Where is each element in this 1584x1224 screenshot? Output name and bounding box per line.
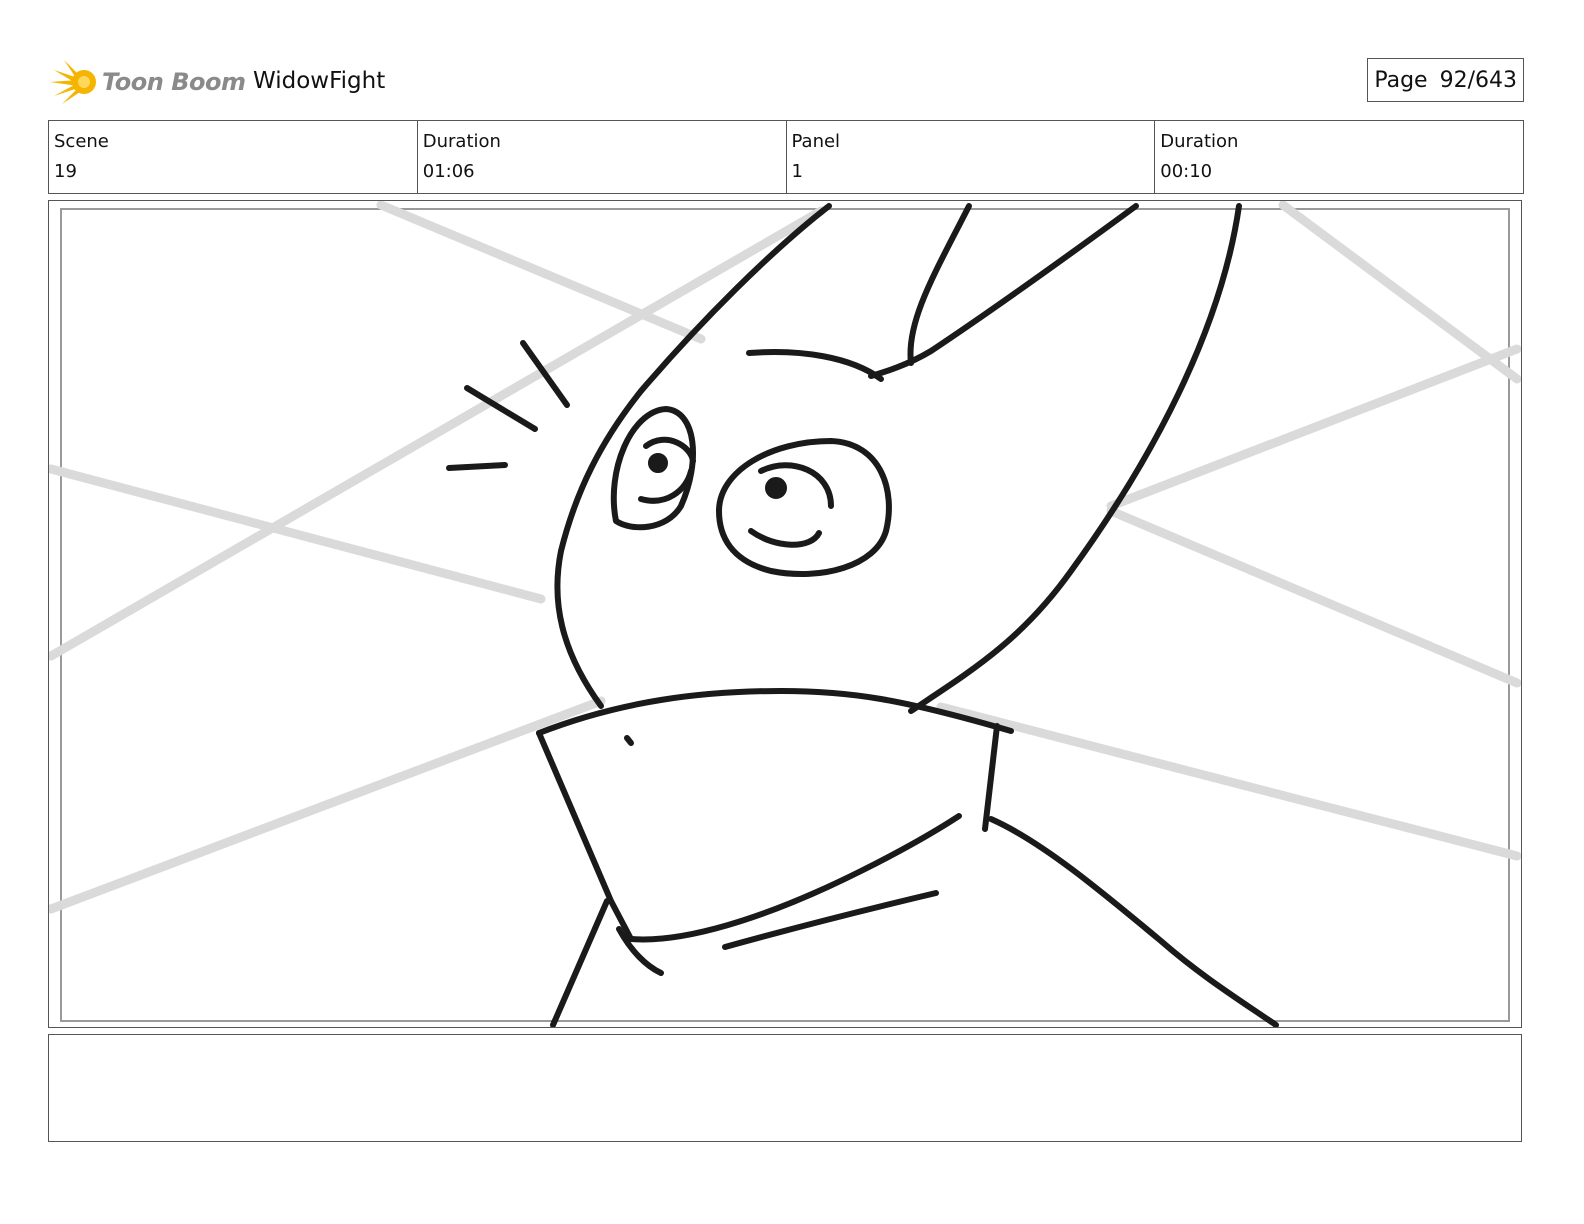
toon-boom-logo: Toon Boom <box>48 56 246 108</box>
scene-value: 19 <box>54 161 77 182</box>
character-sketch <box>446 203 1279 1027</box>
storyboard-sketch <box>49 201 1521 1027</box>
page-label: Page <box>1374 67 1428 93</box>
panel-info-row: Scene 19 Duration 01:06 Panel 1 Duration… <box>48 120 1524 194</box>
scene-label: Scene <box>54 131 109 152</box>
safe-area-frame <box>60 208 1510 1022</box>
logo-text: Toon Boom <box>102 68 246 96</box>
guide-lines <box>49 201 1521 914</box>
storyboard-panel <box>48 200 1522 1028</box>
scene-cell: Scene 19 <box>49 121 417 193</box>
page-indicator: Page 92/643 <box>1367 58 1524 102</box>
panel-label: Panel <box>791 131 841 152</box>
page-header: Toon Boom WidowFight Page 92/643 <box>48 56 1524 108</box>
scene-duration-label: Duration <box>422 131 501 152</box>
page-value: 92/643 <box>1439 67 1517 93</box>
panel-duration-label: Duration <box>1160 131 1239 152</box>
scene-duration-cell: Duration 01:06 <box>416 121 786 193</box>
scene-duration-value: 01:06 <box>422 161 475 182</box>
panel-duration-cell: Duration 00:10 <box>1154 121 1523 193</box>
panel-notes-box <box>48 1034 1522 1142</box>
project-title: WidowFight <box>253 68 386 94</box>
panel-cell: Panel 1 <box>785 121 1155 193</box>
panel-value: 1 <box>791 161 803 182</box>
starburst-icon <box>50 60 96 104</box>
panel-duration-value: 00:10 <box>1160 161 1213 182</box>
